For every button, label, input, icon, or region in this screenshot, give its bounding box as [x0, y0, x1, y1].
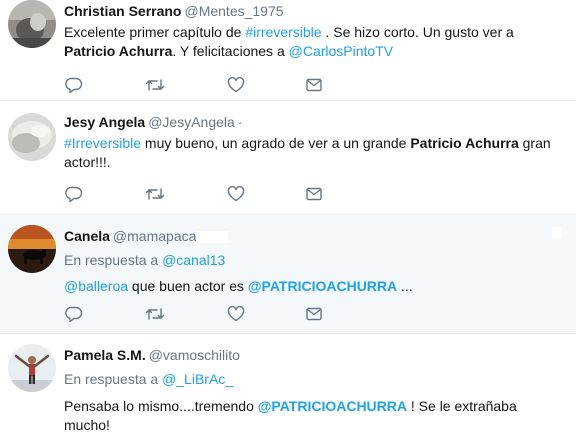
reply-icon	[65, 77, 83, 93]
like-icon	[227, 186, 245, 202]
highlighted-name: Patricio Achurra	[410, 135, 519, 151]
tweet-text: Excelente primer capítulo de #irreversib…	[64, 23, 564, 61]
tweet-header: Pamela S.M. @vamoschilito	[64, 346, 564, 364]
separator-dot: ·	[237, 114, 243, 130]
tweet[interactable]: Pamela S.M. @vamoschilito En respuesta a …	[0, 334, 576, 435]
hashtag-link[interactable]: #irreversible	[245, 24, 321, 40]
retweet-button[interactable]	[145, 185, 165, 203]
avatar[interactable]	[8, 0, 56, 48]
reply-prefix: En respuesta a	[64, 371, 163, 387]
reply-icon	[65, 186, 83, 202]
tweet-header: Jesy Angela @JesyAngela ·	[64, 113, 564, 131]
mention-link[interactable]: @CarlosPintoTV	[289, 43, 393, 59]
reply-button[interactable]	[64, 305, 84, 323]
message-button[interactable]	[304, 76, 324, 94]
text-segment: . Y felicitaciones a	[172, 43, 289, 59]
tweet-text: Pensaba lo mismo....tremendo @PATRICIOAC…	[64, 397, 564, 435]
tweet-header: Canela @mamapaca	[64, 227, 564, 245]
message-button[interactable]	[304, 305, 324, 323]
text-segment: . Se hizo corto. Un gusto ver a	[321, 24, 514, 40]
reply-button[interactable]	[64, 185, 84, 203]
reply-context: En respuesta a @canal13	[64, 251, 564, 269]
mention-link[interactable]: @PATRICIOACHURRA	[258, 398, 407, 414]
message-icon	[306, 78, 322, 92]
mention-link[interactable]: @PATRICIOACHURRA	[248, 278, 397, 294]
redaction	[196, 231, 229, 244]
hashtag-link[interactable]: #Irreversible	[64, 135, 141, 151]
message-icon	[306, 307, 322, 321]
tweet-text: @balleroa que buen actor es @PATRICIOACH…	[64, 277, 564, 296]
retweet-icon	[145, 308, 165, 320]
mention-link[interactable]: @balleroa	[64, 278, 128, 294]
tweet[interactable]: Christian Serrano @Mentes_1975 Excelente …	[0, 0, 576, 101]
tweet[interactable]: Canela @mamapaca En respuesta a @canal13 …	[0, 215, 576, 334]
reply-prefix: En respuesta a	[64, 252, 163, 268]
avatar[interactable]	[8, 344, 56, 392]
tweet-actions	[64, 76, 344, 94]
retweet-button[interactable]	[145, 305, 165, 323]
author-username[interactable]: @Mentes_1975	[184, 3, 283, 19]
retweet-icon	[145, 188, 165, 200]
like-button[interactable]	[226, 185, 246, 203]
reply-icon	[65, 306, 83, 322]
retweet-icon	[145, 79, 165, 91]
avatar[interactable]	[8, 225, 56, 273]
tweet-actions	[64, 185, 344, 203]
timeline: Christian Serrano @Mentes_1975 Excelente …	[0, 0, 576, 435]
reply-button[interactable]	[64, 76, 84, 94]
like-icon	[227, 77, 245, 93]
text-segment: Pensaba lo mismo....tremendo	[64, 398, 258, 414]
author-username[interactable]: @JesyAngela	[148, 114, 235, 130]
message-button[interactable]	[304, 185, 324, 203]
text-segment: muy bueno, un agrado de ver a un grande	[141, 135, 411, 151]
tweet-text: #Irreversible muy bueno, un agrado de ve…	[64, 134, 564, 172]
author-username[interactable]: @mamapaca	[113, 228, 196, 244]
avatar[interactable]	[8, 113, 56, 161]
retweet-button[interactable]	[145, 76, 165, 94]
reply-to-link[interactable]: @_LiBrAc_	[162, 371, 233, 387]
highlighted-name: Patricio Achurra	[64, 43, 173, 59]
tweet[interactable]: Jesy Angela @JesyAngela · #Irreversible mu…	[0, 101, 576, 215]
text-segment: que buen actor es	[128, 278, 248, 294]
like-button[interactable]	[226, 76, 246, 94]
author-name[interactable]: Jesy Angela	[64, 114, 145, 130]
reply-context: En respuesta a @_LiBrAc_	[64, 370, 564, 388]
like-button[interactable]	[226, 305, 246, 323]
author-name[interactable]: Pamela S.M.	[64, 347, 146, 363]
reply-to-link[interactable]: @canal13	[162, 252, 225, 268]
text-segment: Excelente primer capítulo de	[64, 24, 246, 40]
message-icon	[306, 187, 322, 201]
like-icon	[227, 306, 245, 322]
author-name[interactable]: Christian Serrano	[64, 3, 181, 19]
tweet-header: Christian Serrano @Mentes_1975	[64, 2, 564, 20]
author-name[interactable]: Canela	[64, 228, 110, 244]
author-username[interactable]: @vamoschilito	[149, 347, 240, 363]
text-segment: ...	[397, 278, 413, 294]
tweet-actions	[64, 305, 344, 323]
